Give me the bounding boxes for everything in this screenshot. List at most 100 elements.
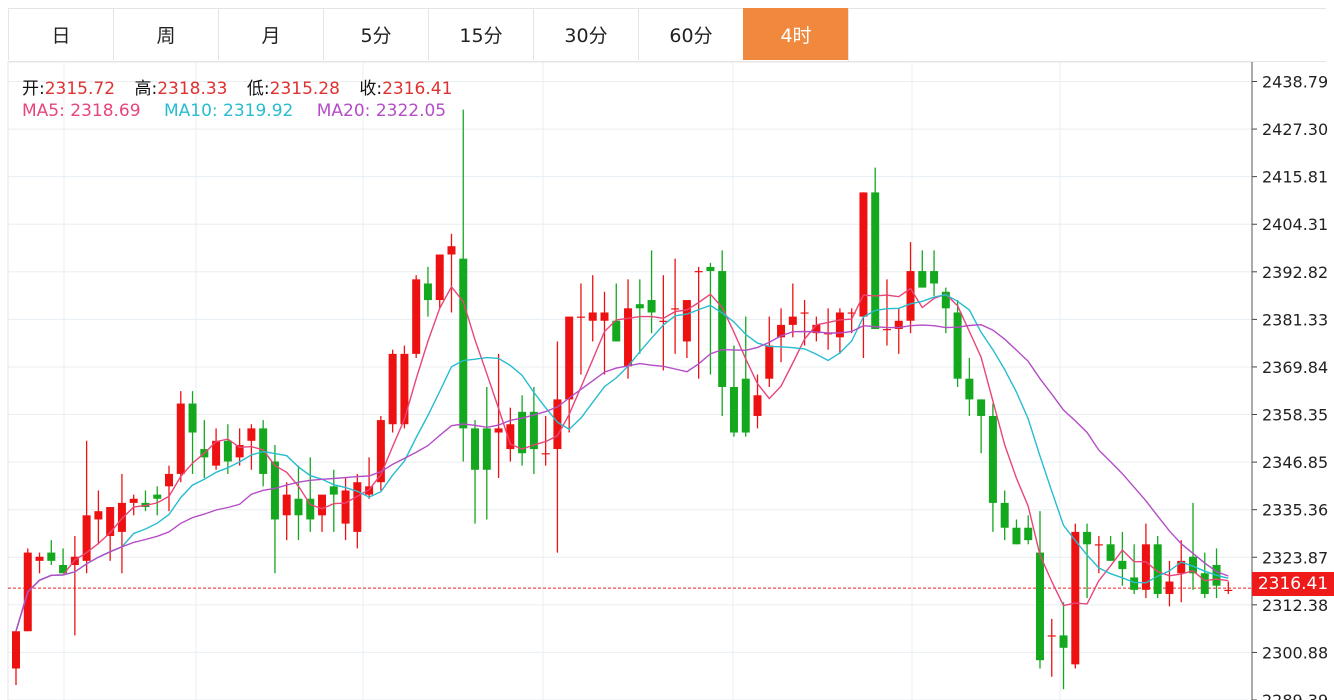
candle-body	[729, 386, 738, 433]
candle-body	[94, 511, 103, 520]
candle-body	[459, 258, 468, 429]
candle-body	[1071, 531, 1080, 665]
candle-body	[1106, 544, 1115, 561]
candle-body	[694, 271, 703, 273]
ma10-line	[15, 293, 1229, 632]
candle-body	[435, 254, 444, 301]
ohlc-readout: 开:2315.72 高:2318.33 低:2315.28 收:2316.41	[22, 74, 466, 99]
candle-body	[612, 320, 621, 342]
candle-body	[1035, 552, 1044, 661]
candle-body	[47, 552, 56, 561]
ma20-value: 2322.05	[375, 101, 447, 121]
close-value: 2316.41	[382, 79, 453, 99]
candle-body	[906, 271, 915, 321]
candle-body	[12, 631, 20, 669]
candle-body	[494, 428, 503, 433]
candle-body	[647, 300, 656, 313]
candle-body	[800, 312, 809, 314]
candle-body	[400, 353, 409, 425]
candle-body	[671, 308, 680, 310]
candle-body	[294, 498, 303, 516]
ma5-readout: MA5: 2318.69	[22, 101, 141, 121]
candle-body	[565, 316, 574, 400]
candle-body	[1224, 589, 1233, 592]
y-axis-tick-label: 2427.30	[1262, 120, 1328, 139]
y-axis-tick-label: 2358.35	[1262, 406, 1328, 425]
candle-body	[188, 403, 197, 433]
candle-body	[624, 308, 633, 367]
open-label: 开:	[22, 79, 45, 99]
close-label: 收:	[359, 79, 383, 99]
low-value: 2315.28	[269, 79, 340, 99]
current-price-label: 2316.41	[1252, 572, 1334, 596]
candle-body	[1165, 581, 1174, 594]
candle-body	[318, 494, 327, 516]
candle-body	[588, 312, 597, 321]
y-axis-tick-label: 2289.39	[1262, 691, 1328, 700]
ma10-readout: MA10: 2319.92	[164, 101, 293, 121]
ma5-value: 2318.69	[70, 101, 141, 121]
low-label: 低:	[246, 79, 270, 99]
open-value: 2315.72	[44, 79, 116, 99]
candle-body	[1059, 635, 1068, 648]
candle-body	[1047, 635, 1056, 637]
candle-body	[129, 498, 138, 503]
y-axis-tick-label: 2323.87	[1262, 548, 1328, 567]
candle-body	[859, 192, 868, 317]
candle-body	[482, 428, 491, 470]
candle-body	[117, 502, 126, 532]
candle-body	[953, 312, 962, 379]
candle-body	[353, 482, 362, 532]
candle-body	[882, 329, 891, 331]
ma5-label: MA5:	[22, 101, 65, 121]
candle-body	[388, 353, 397, 425]
candle-body	[718, 271, 727, 387]
high-value: 2318.33	[157, 79, 228, 99]
ma-readout: MA5: 2318.69 MA10: 2319.92 MA20: 2322.05	[22, 101, 464, 121]
candle-body	[753, 395, 762, 416]
candle-body	[871, 192, 880, 330]
ma5-line	[15, 285, 1229, 632]
candle-body	[341, 490, 350, 524]
y-axis-tick-label: 2335.36	[1262, 501, 1328, 520]
candle-body	[918, 271, 927, 288]
candle-body	[1130, 577, 1139, 590]
y-axis-tick-label: 2369.84	[1262, 358, 1328, 377]
candle-body	[447, 246, 456, 255]
candle-body	[282, 494, 291, 516]
candle-body	[1118, 560, 1127, 570]
candle-body	[35, 556, 44, 561]
ma20-label: MA20:	[316, 101, 371, 121]
candle-body	[1000, 502, 1009, 528]
candle-body	[471, 428, 480, 470]
ma20-line	[15, 323, 1229, 632]
candle-body	[1012, 527, 1021, 545]
candle-body	[165, 473, 174, 487]
candle-body	[988, 415, 997, 503]
plot-frame	[7, 61, 1253, 700]
y-axis-tick-label: 2300.88	[1262, 643, 1328, 662]
candle-body	[247, 428, 256, 441]
candle-body	[706, 266, 715, 272]
candle-body	[541, 453, 550, 455]
candle-body	[329, 486, 338, 495]
candle-body	[223, 440, 232, 462]
candle-body	[930, 271, 939, 284]
candle-body	[1083, 531, 1092, 545]
candle-body	[600, 312, 609, 321]
y-axis-tick-label: 2404.31	[1262, 215, 1328, 234]
ma10-label: MA10:	[163, 101, 218, 121]
candle-body	[412, 279, 421, 354]
candle-body	[765, 345, 774, 379]
candle-body	[306, 498, 315, 520]
high-label: 高:	[134, 79, 158, 99]
candle-body	[635, 304, 644, 309]
candle-body	[423, 283, 432, 301]
candle-body	[1024, 527, 1033, 541]
y-axis-tick-label: 2381.33	[1262, 310, 1328, 329]
candle-body	[659, 320, 668, 322]
y-axis-tick-label: 2346.85	[1262, 453, 1328, 472]
candle-body	[965, 378, 974, 400]
ma10-value: 2319.92	[223, 101, 294, 121]
candle-body	[682, 300, 691, 342]
